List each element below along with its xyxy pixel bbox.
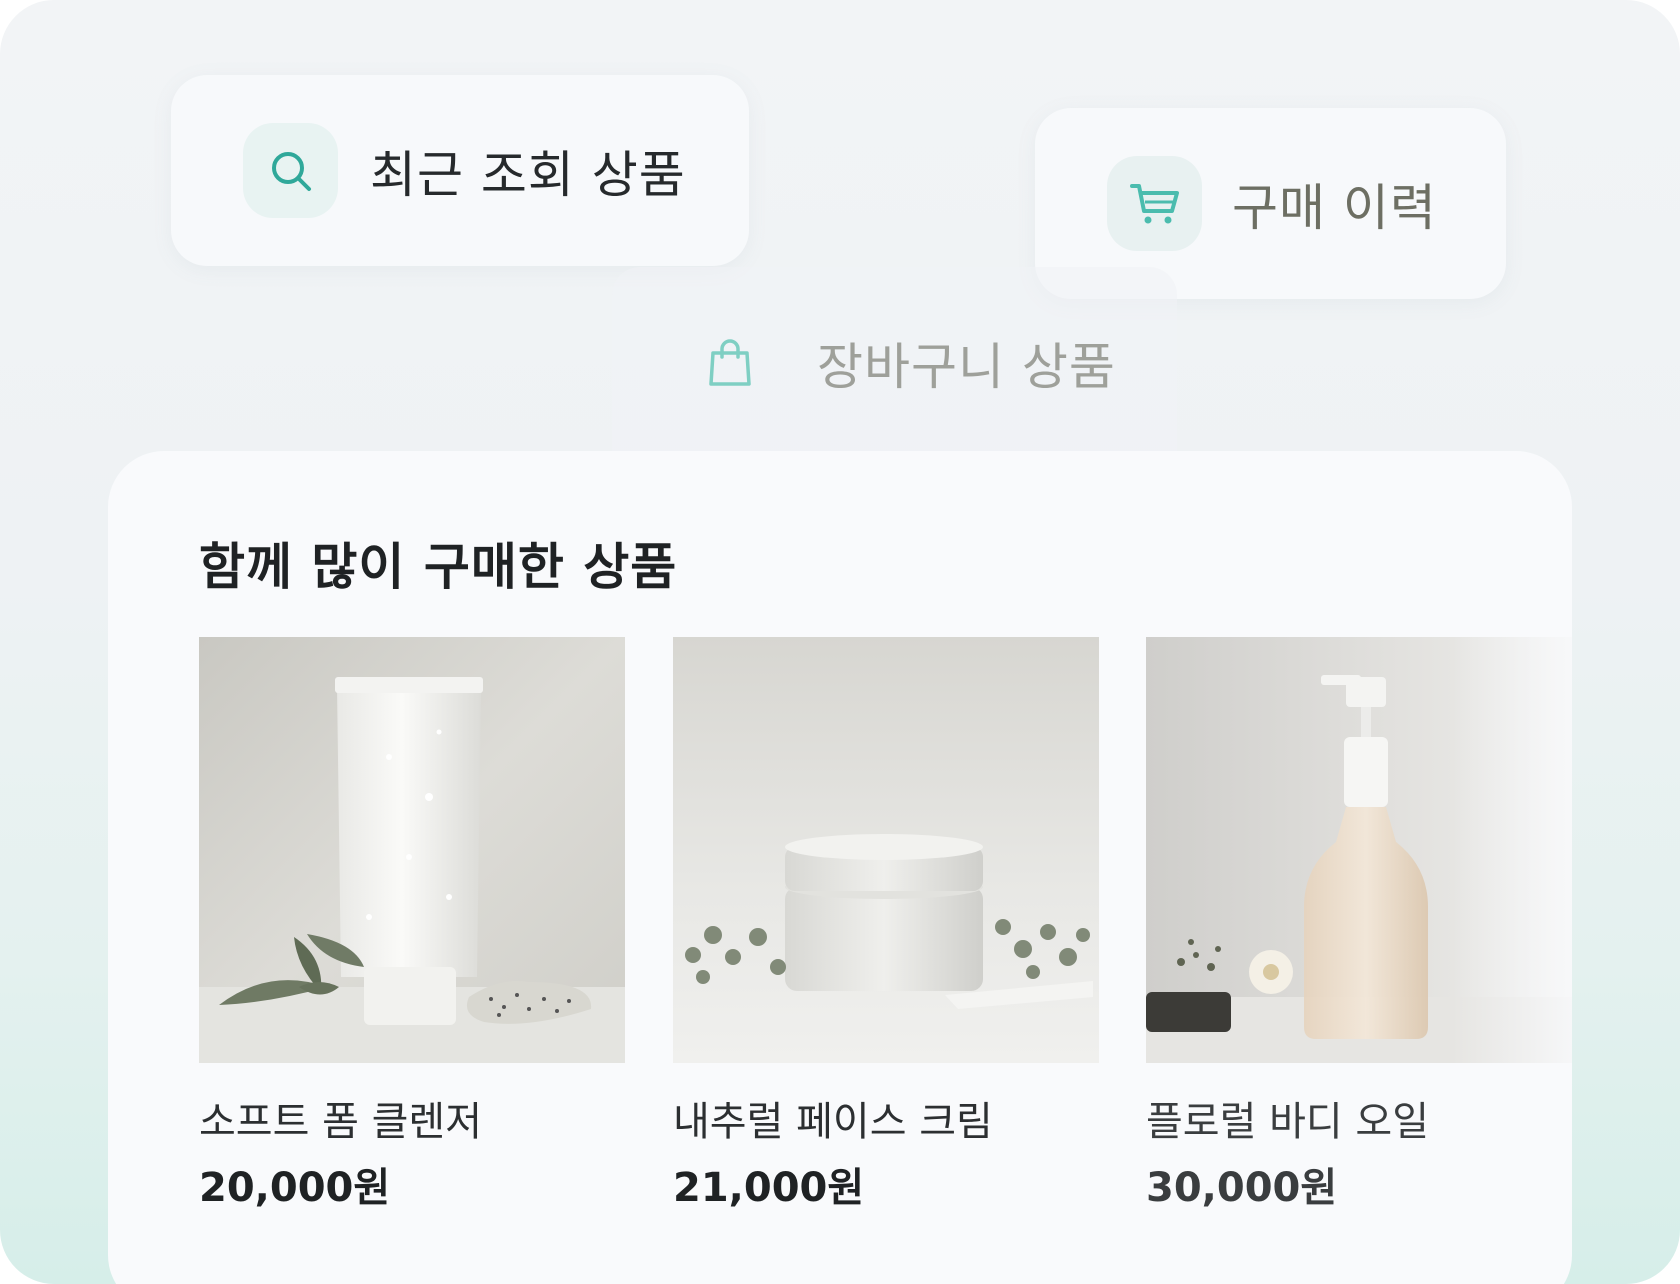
shopping-bag-icon-tile — [682, 315, 777, 410]
product-card[interactable]: 내추럴 페이스 크림 21,000원 — [673, 637, 1099, 1211]
body-oil-bottle-image[interactable] — [1146, 637, 1572, 1063]
product-price: 20,000원 — [199, 1165, 391, 1211]
section-title: 함께 많이 구매한 상품 — [199, 538, 678, 596]
product-price: 21,000원 — [673, 1165, 865, 1211]
search-icon-tile — [243, 123, 338, 218]
recent-viewed-chip[interactable]: 최근 조회 상품 — [171, 75, 749, 266]
product-name[interactable]: 플로럴 바디 오일 — [1146, 1089, 1429, 1147]
cart-icon — [1129, 183, 1179, 223]
product-name[interactable]: 소프트 폼 클렌저 — [199, 1089, 482, 1147]
product-card[interactable]: 플로럴 바디 오일 30,000원 — [1146, 637, 1572, 1211]
product-price: 30,000원 — [1146, 1165, 1338, 1211]
purchase-history-label: 구매 이력 — [1232, 178, 1437, 237]
cart-items-label: 장바구니 상품 — [817, 337, 1116, 396]
product-card[interactable]: 소프트 폼 클렌저 20,000원 — [199, 637, 625, 1211]
image-fade-overlay — [1452, 637, 1572, 1063]
product-name[interactable]: 내추럴 페이스 크림 — [673, 1089, 993, 1147]
recent-viewed-label: 최근 조회 상품 — [370, 145, 686, 204]
cart-icon-tile — [1107, 156, 1202, 251]
search-icon — [271, 151, 311, 191]
cart-items-chip[interactable]: 장바구니 상품 — [612, 267, 1177, 458]
face-cream-jar-image[interactable] — [673, 637, 1099, 1063]
frequently-bought-panel: 함께 많이 구매한 상품 소프트 폼 클렌저 20,000원 내추럴 페이스 크… — [108, 451, 1572, 1284]
page-background: 최근 조회 상품 구매 이력 장바구니 상품 함께 많이 구매한 상품 소프트 … — [0, 0, 1680, 1284]
cleanser-tube-image[interactable] — [199, 637, 625, 1063]
shopping-bag-icon — [708, 338, 751, 386]
